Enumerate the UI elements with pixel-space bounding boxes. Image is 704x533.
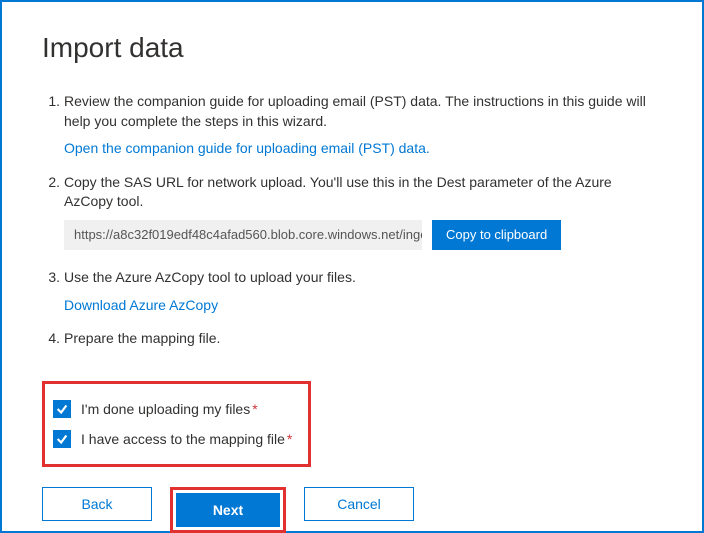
- next-button-highlight: Next: [170, 487, 286, 533]
- step-2: 2. Copy the SAS URL for network upload. …: [42, 173, 662, 254]
- step-4-desc: Prepare the mapping file.: [64, 329, 662, 349]
- step-4: 4. Prepare the mapping file.: [42, 329, 662, 357]
- check-icon: [55, 432, 69, 446]
- step-1-num: 1.: [42, 92, 60, 159]
- cancel-button[interactable]: Cancel: [304, 487, 414, 521]
- dialog-buttons: Back Next Cancel: [42, 487, 662, 533]
- download-azcopy-link[interactable]: Download Azure AzCopy: [64, 297, 218, 313]
- step-2-desc: Copy the SAS URL for network upload. You…: [64, 173, 662, 212]
- done-uploading-label: I'm done uploading my files*: [81, 401, 258, 417]
- checkbox-row-mapping-access: I have access to the mapping file*: [53, 424, 292, 454]
- confirmation-checkboxes: I'm done uploading my files* I have acce…: [42, 381, 311, 467]
- step-3-num: 3.: [42, 268, 60, 315]
- mapping-access-checkbox[interactable]: [53, 430, 71, 448]
- sas-url-input[interactable]: https://a8c32f019edf48c4afad560.blob.cor…: [64, 220, 422, 250]
- checkbox-row-done-uploading: I'm done uploading my files*: [53, 394, 292, 424]
- step-3-desc: Use the Azure AzCopy tool to upload your…: [64, 268, 662, 288]
- back-button[interactable]: Back: [42, 487, 152, 521]
- done-uploading-checkbox[interactable]: [53, 400, 71, 418]
- copy-to-clipboard-button[interactable]: Copy to clipboard: [432, 220, 561, 250]
- check-icon: [55, 402, 69, 416]
- import-data-dialog: Import data 1. Review the companion guid…: [0, 0, 704, 533]
- step-3: 3. Use the Azure AzCopy tool to upload y…: [42, 268, 662, 315]
- open-companion-guide-link[interactable]: Open the companion guide for uploading e…: [64, 140, 430, 156]
- steps-list: 1. Review the companion guide for upload…: [42, 92, 662, 357]
- next-button[interactable]: Next: [176, 493, 280, 527]
- mapping-access-label: I have access to the mapping file*: [81, 431, 292, 447]
- page-title: Import data: [42, 32, 662, 64]
- step-4-num: 4.: [42, 329, 60, 357]
- step-1: 1. Review the companion guide for upload…: [42, 92, 662, 159]
- step-2-num: 2.: [42, 173, 60, 254]
- step-1-desc: Review the companion guide for uploading…: [64, 92, 662, 131]
